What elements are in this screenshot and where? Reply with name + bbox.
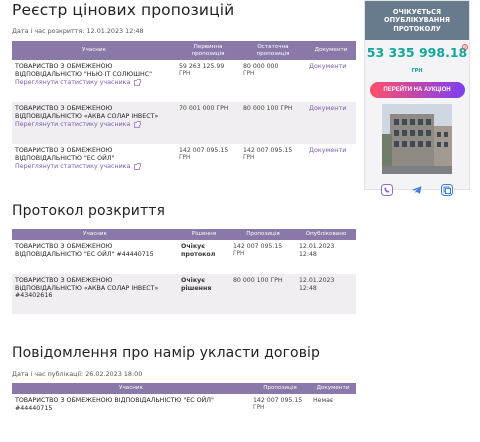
participant-name: ТОВАРИСТВО З ОБМЕЖЕНОЮ ВІДПОВІДАЛЬНІСТЮ … [12,240,178,274]
offer-value: 142 007 095.15 [253,397,303,404]
column-header: Документи [306,41,356,60]
currency-label: ГРН [179,70,191,77]
offer-value: 80 000 100 ГРН [233,277,283,284]
participant-name: ТОВАРИСТВО З ОБМЕЖЕНОЮ ВІДПОВІДАЛЬНІСТЮ … [15,105,159,120]
currency-label: ГРН [179,154,191,161]
column-header: Опубліковано [296,229,356,240]
published-date: 12.01.2023 [299,243,335,250]
decision-status: Очікує рішення [178,274,230,314]
telegram-icon[interactable] [411,181,423,200]
amount-currency: ГРН [411,68,423,74]
go-to-auction-button[interactable]: ПЕРЕЙТИ НА АУКЦІОН [369,82,465,98]
table-row: ТОВАРИСТВО З ОБМЕЖЕНОЮ ВІДПОВІДАЛЬНІСТЮ … [12,102,356,144]
table-row: ТОВАРИСТВО З ОБМЕЖЕНОЮ ВІДПОВІДАЛЬНІСТЮ … [12,240,356,274]
share-icons [365,181,469,200]
currency-label: ГРН [253,404,265,411]
column-header: Документи [310,383,356,394]
column-header: Рішення [178,229,230,240]
external-link-icon [134,163,142,171]
table-header: Учасник Первинна пропозиція Остаточна пр… [12,41,356,60]
column-header: Пропозиція [230,229,296,240]
column-header: Пропозиція [250,383,310,394]
initial-offer: 142 007 095.15 [179,147,229,154]
participant-name: ТОВАРИСТВО З ОБМЕЖЕНОЮ ВІДПОВІДАЛЬНІСТЮ … [15,63,152,78]
column-header: Учасник [12,383,250,394]
published-time: 12:48 [299,250,317,258]
participant-stats-link[interactable]: Переглянути статистику учасника [15,163,173,171]
protocol-table: Учасник Рішення Пропозиція Опубліковано … [12,229,356,314]
currency-label: ГРН [243,154,255,161]
viber-icon[interactable] [381,181,393,200]
amount: 53 335 998.18 [366,45,468,60]
participant-name: ТОВАРИСТВО З ОБМЕЖЕНОЮ ВІДПОВІДАЛЬНІСТЮ … [12,274,178,314]
registry-table: Учасник Первинна пропозиція Остаточна пр… [12,41,356,180]
table-row: ТОВАРИСТВО З ОБМЕЖЕНОЮ ВІДПОВІДАЛЬНІСТЮ … [12,394,356,424]
external-link-icon [134,79,142,87]
currency-label: ГРН [233,250,245,257]
notice-published-at: Дата і час публікації: 26.02.2023 18:00 [12,370,143,378]
price-block: 53 335 998.18 ГРН i [365,44,469,75]
documents-link[interactable]: Документи [309,146,346,154]
participant-name: ТОВАРИСТВО З ОБМЕЖЕНОЮ ВІДПОВІДАЛЬНІСТЮ … [15,147,115,162]
documents-link[interactable]: Документи [309,104,346,112]
currency-label: ГРН [243,70,255,77]
column-header: Остаточна пропозиція [240,41,306,60]
final-offer: 142 007 095.15 [243,147,293,154]
column-header: Первинна пропозиція [176,41,240,60]
table-row: ТОВАРИСТВО З ОБМЕЖЕНОЮ ВІДПОВІДАЛЬНІСТЮ … [12,144,356,180]
documents-link[interactable]: Документи [309,62,346,70]
published-time: 12:48 [299,284,317,292]
offer-value: 142 007 095.15 [233,243,283,250]
registry-title: Реєстр цінових пропозицій [12,1,235,19]
participant-stats-link[interactable]: Переглянути статистику учасника [15,79,173,87]
table-row: ТОВАРИСТВО З ОБМЕЖЕНОЮ ВІДПОВІДАЛЬНІСТЮ … [12,60,356,102]
copy-icon[interactable] [441,181,453,200]
final-offer: 80 000 000 [243,63,279,70]
auction-sidebar: ОЧІКУЄТЬСЯ ОПУБЛІКУВАННЯ ПРОТОКОЛУ 53 33… [364,0,470,196]
protocol-title: Протокол розкриття [12,203,165,219]
final-offer: 80 000 100 ГРН [243,105,293,112]
registry-opened-at: Дата і час розкриття: 12.01.2023 12:48 [12,27,144,35]
table-row: ТОВАРИСТВО З ОБМЕЖЕНОЮ ВІДПОВІДАЛЬНІСТЮ … [12,274,356,314]
info-icon[interactable]: i [462,44,468,50]
notice-table: Учасник Пропозиція Документи ТОВАРИСТВО … [12,383,356,424]
documents-status: Немає [310,394,356,424]
status-text: ОЧІКУЄТЬСЯ ОПУБЛІКУВАННЯ ПРОТОКОЛУ [384,7,450,33]
decision-status: Очікує протокол [178,240,230,274]
participant-name: ТОВАРИСТВО З ОБМЕЖЕНОЮ ВІДПОВІДАЛЬНІСТЮ … [12,394,250,424]
table-header: Учасник Рішення Пропозиція Опубліковано [12,229,356,240]
published-date: 12.01.2023 [299,277,335,284]
column-header: Учасник [12,41,176,60]
participant-stats-link[interactable]: Переглянути статистику учасника [15,121,173,129]
status-banner: ОЧІКУЄТЬСЯ ОПУБЛІКУВАННЯ ПРОТОКОЛУ [365,1,469,40]
table-header: Учасник Пропозиція Документи [12,383,356,394]
external-link-icon [134,121,142,129]
initial-offer: 70 001 000 ГРН [179,105,229,112]
column-header: Учасник [12,229,178,240]
lot-photo [382,104,452,174]
notice-title: Повідомлення про намір укласти договір [12,345,321,361]
initial-offer: 59 263 125.99 [179,63,225,70]
